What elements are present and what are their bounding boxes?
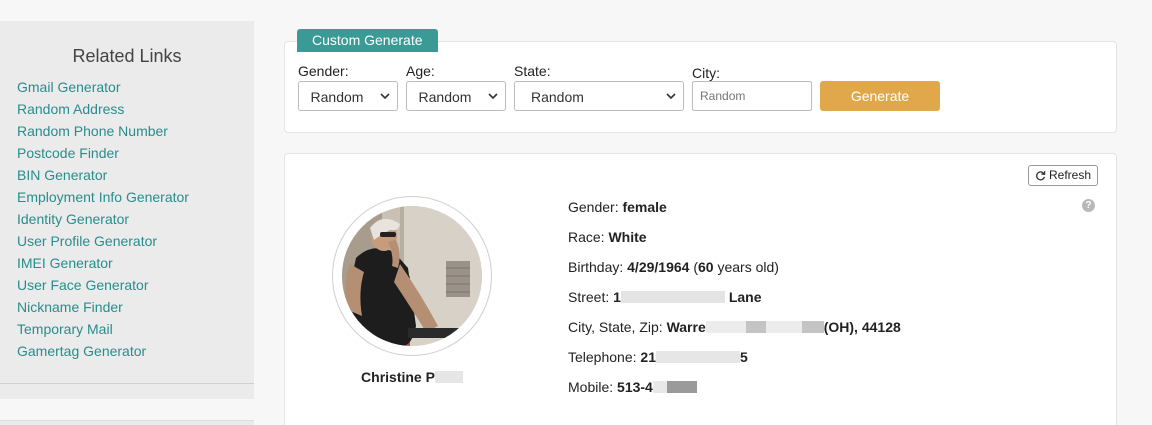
gender-select[interactable]: Random (298, 81, 398, 111)
age-value: 60 (698, 259, 714, 275)
age-label: Age: (406, 63, 435, 79)
sidebar-link-temporary-mail[interactable]: Temporary Mail (17, 318, 254, 340)
sidebar-link-user-face-generator[interactable]: User Face Generator (17, 274, 254, 296)
race-row: Race: White (568, 229, 647, 245)
refresh-button[interactable]: Refresh (1028, 165, 1098, 186)
sidebar-link-employment-info-generator[interactable]: Employment Info Generator (17, 186, 254, 208)
avatar (342, 206, 482, 346)
person-name: Christine P (332, 369, 492, 385)
refresh-icon (1036, 171, 1046, 181)
sidebar-link-bin-generator[interactable]: BIN Generator (17, 164, 254, 186)
state-label: State: (514, 63, 551, 79)
related-links-sidebar: Related Links Gmail Generator Random Add… (0, 21, 254, 399)
street-row: Street: 1 Lane (568, 289, 762, 305)
sidebar-title: Related Links (72, 46, 182, 66)
race-value: White (608, 229, 647, 245)
sidebar-link-identity-generator[interactable]: Identity Generator (17, 208, 254, 230)
sidebar-next-panel (0, 420, 254, 425)
related-links-list: Gmail Generator Random Address Random Ph… (0, 76, 254, 362)
sidebar-link-gamertag-generator[interactable]: Gamertag Generator (17, 340, 254, 362)
sidebar-link-random-address[interactable]: Random Address (17, 98, 254, 120)
state-select[interactable]: Random (514, 81, 684, 111)
age-select[interactable]: Random (406, 81, 506, 111)
birthday-row: Birthday: 4/29/1964 (60 years old) (568, 259, 779, 275)
telephone-row: Telephone: 21 5 (568, 349, 748, 365)
city-input[interactable] (692, 81, 812, 111)
sidebar-link-gmail-generator[interactable]: Gmail Generator (17, 76, 254, 98)
chevron-down-icon (666, 93, 676, 100)
sidebar-link-user-profile-generator[interactable]: User Profile Generator (17, 230, 254, 252)
city-label: City: (692, 65, 720, 81)
custom-generate-tab[interactable]: Custom Generate (297, 29, 438, 52)
generate-button[interactable]: Generate (820, 81, 940, 111)
sidebar-link-random-phone-number[interactable]: Random Phone Number (17, 120, 254, 142)
help-icon[interactable]: ? (1082, 199, 1095, 212)
refresh-label: Refresh (1049, 168, 1092, 182)
sidebar-link-imei-generator[interactable]: IMEI Generator (17, 252, 254, 274)
sidebar-divider (0, 383, 254, 384)
avatar-photo (342, 206, 482, 346)
age-select-value: Random (418, 89, 472, 105)
state-select-value: Random (531, 89, 584, 105)
sidebar-link-nickname-finder[interactable]: Nickname Finder (17, 296, 254, 318)
chevron-down-icon (488, 93, 498, 100)
city-state-zip-row: City, State, Zip: Warre (OH), 44128 (568, 319, 901, 335)
gender-label: Gender: (298, 63, 349, 79)
birthday-value: 4/29/1964 (627, 259, 690, 275)
gender-value: female (622, 199, 667, 215)
chevron-down-icon (380, 93, 390, 100)
gender-row: Gender: female (568, 199, 667, 215)
gender-select-value: Random (310, 89, 364, 105)
sidebar-link-postcode-finder[interactable]: Postcode Finder (17, 142, 254, 164)
mobile-row: Mobile: 513-4 (568, 379, 697, 395)
